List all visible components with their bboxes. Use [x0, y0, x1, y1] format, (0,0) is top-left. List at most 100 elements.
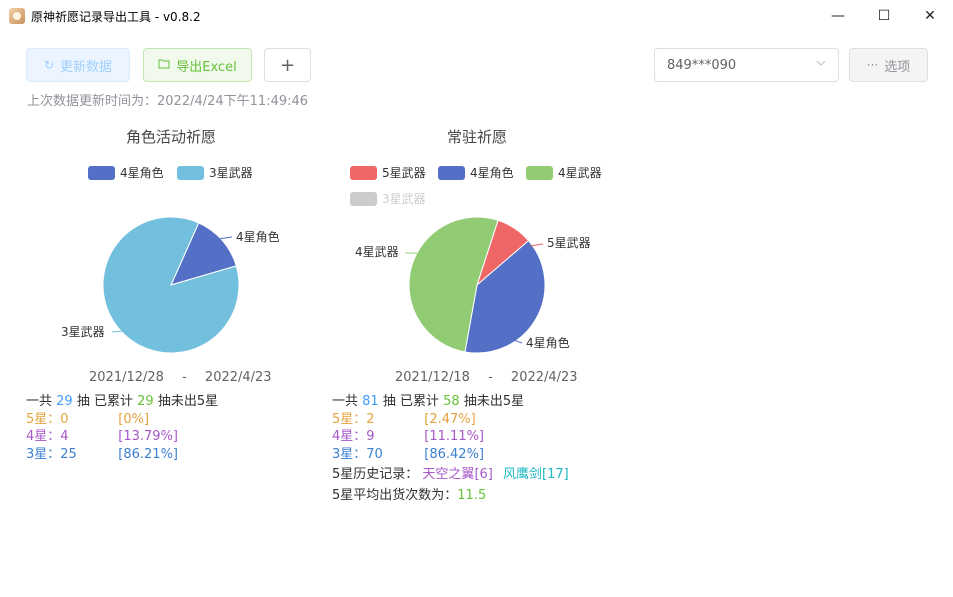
pool-2-star5-row: 5星：2 [2.47%]: [332, 411, 569, 429]
pool-2-stats: 一共 81 抽 已累计 58 抽未出5星 5星：2 [2.47%] 4星：9 [11…: [332, 393, 569, 504]
pool-2-summary-prefix: 一共: [332, 394, 359, 409]
pool-2-date-sep: -: [488, 370, 493, 385]
folder-icon: [158, 58, 170, 72]
title-bar: 原神祈愿记录导出工具 - v0.8.2 — ☐ ✕: [0, 0, 953, 32]
pool-1-summary-suffix: 抽未出5星: [157, 394, 219, 409]
pool-1-total-count: 29: [56, 394, 73, 409]
pool-2-date-range: 2021/12/18 - 2022/4/23: [395, 370, 578, 385]
pool-2-star4-label: 4星：: [332, 429, 367, 444]
chart2-slice-2[interactable]: [464, 239, 546, 354]
close-button[interactable]: ✕: [907, 0, 953, 32]
more-icon: ···: [866, 58, 879, 72]
pool-2-total-count: 81: [362, 394, 379, 409]
chart2-label-4star-char: 4星角色: [526, 336, 570, 350]
chart2-pie: [408, 216, 546, 354]
history-item-1-count: [6]: [474, 467, 493, 482]
history-item-2-count: [17]: [542, 467, 569, 482]
pool-1-date-range: 2021/12/28 - 2022/4/23: [89, 370, 272, 385]
pool-2-star3-row: 3星：70 [86.42%]: [332, 446, 569, 464]
uid-select[interactable]: 849***090: [654, 48, 839, 82]
legend-label-4star-weapon: 4星武器: [558, 166, 602, 180]
pool-1-star4-pct: [13.79%]: [118, 429, 178, 444]
pool-1-summary-prefix: 一共: [26, 394, 53, 409]
chart2-leader-5star: [529, 243, 544, 247]
history-item-1-name: 天空之翼: [422, 467, 475, 482]
chart1-label-4star-char: 4星角色: [236, 230, 280, 244]
chart1-label-3star-weapon: 3星武器: [61, 325, 105, 339]
pool-2-star5-count: 2: [366, 411, 375, 427]
pool-2-star4-count: 9: [366, 429, 375, 444]
chart1-slice-2[interactable]: [102, 216, 240, 354]
pool-2-average-label: 5星平均出货次数为：: [332, 487, 458, 503]
legend-swatch-3star-weapon[interactable]: [177, 166, 204, 180]
chart1-leader-3star: [111, 330, 125, 333]
chart1-leader-4star: [217, 236, 233, 240]
pool-1-star3-count: 25: [60, 446, 77, 462]
uid-select-value: 849***090: [667, 57, 737, 73]
pool-1-title: 角色活动祈愿: [125, 128, 216, 146]
pool-1-pity-count: 29: [137, 394, 154, 409]
legend-swatch-4star-char-2[interactable]: [438, 166, 465, 180]
chart2-label-4star-weapon: 4星武器: [355, 245, 399, 259]
pool-2-star4-row: 4星：9 [11.11%]: [332, 428, 569, 446]
pool-2-average-value: 11.5: [457, 487, 487, 503]
legend-swatch-4star-weapon[interactable]: [526, 166, 553, 180]
app-icon: [9, 8, 25, 24]
pool-1-star5-row: 5星：0 [0%]: [26, 411, 218, 429]
legend-label-4star-char: 4星角色: [120, 166, 164, 180]
options-button[interactable]: ··· 选项: [849, 48, 928, 82]
pool-1-date-end: 2022/4/23: [204, 370, 272, 385]
close-icon: ✕: [924, 8, 936, 24]
pool-1-star3-pct: [86.21%]: [118, 446, 178, 462]
refresh-icon: ↻: [43, 58, 55, 72]
pool-1-star5-count: 0: [60, 411, 69, 427]
pool-2-star3-label: 3星：: [332, 446, 367, 462]
pool-1-star3-row: 3星：25 [86.21%]: [26, 446, 218, 464]
chart1-pie: [102, 216, 240, 354]
pool-2-star5-label: 5星：: [332, 411, 367, 427]
refresh-data-button[interactable]: ↻ 更新数据: [26, 48, 130, 82]
pool-1-summary: 一共 29 抽 已累计 29 抽未出5星: [26, 393, 218, 411]
chart2-legend: 5星武器 4星角色 4星武器 3星武器: [350, 166, 602, 206]
window-title: 原神祈愿记录导出工具 - v0.8.2: [31, 9, 201, 24]
legend-swatch-4star-char[interactable]: [88, 166, 115, 180]
pool-1-star5-label: 5星：: [26, 411, 61, 427]
pool-2-history-row: 5星历史记录： 天空之翼[6] 风鹰剑[17]: [332, 466, 569, 484]
history-item-2: 风鹰剑[17]: [503, 467, 569, 482]
export-excel-label: 导出Excel: [176, 59, 237, 75]
pool-1-star4-count: 4: [60, 429, 69, 444]
export-excel-button[interactable]: 导出Excel: [143, 48, 252, 82]
pool-2-date-end: 2022/4/23: [510, 370, 578, 385]
legend-swatch-5star-weapon[interactable]: [350, 166, 377, 180]
pool-2-average-row: 5星平均出货次数为：11.5: [332, 487, 569, 505]
pool-2-pity-count: 58: [443, 394, 460, 409]
pool-2-star3-pct: [86.42%]: [424, 446, 484, 462]
maximize-button[interactable]: ☐: [861, 0, 907, 32]
chevron-down-icon: [816, 60, 826, 66]
last-update-time: 上次数据更新时间为：2022/4/24下午11:49:46: [27, 94, 309, 109]
plus-icon: +: [279, 54, 296, 76]
pool-1-summary-mid: 抽 已累计: [76, 394, 133, 409]
minimize-icon: —: [831, 8, 845, 24]
chart2-slice-1[interactable]: [475, 219, 530, 287]
pool-1-stats: 一共 29 抽 已累计 29 抽未出5星 5星：0 [0%] 4星：4 [13.79…: [26, 393, 218, 463]
add-account-button[interactable]: +: [264, 48, 311, 82]
legend-label-5star-weapon: 5星武器: [382, 166, 426, 180]
options-label: 选项: [884, 59, 911, 75]
chart1-slice-1[interactable]: [170, 222, 237, 286]
pool-2-star3-count: 70: [366, 446, 383, 462]
pool-1-date-sep: -: [182, 370, 187, 385]
pool-1-date-start: 2021/12/28: [89, 370, 164, 385]
history-item-1: 天空之翼[6]: [422, 467, 492, 482]
chart2-label-5star-weapon: 5星武器: [547, 236, 591, 250]
refresh-data-label: 更新数据: [60, 59, 113, 75]
chart2-leader-4star-char: [507, 337, 523, 344]
pool-2-star4-pct: [11.11%]: [424, 429, 484, 444]
pool-2-history-label: 5星历史记录：: [332, 467, 419, 482]
minimize-button[interactable]: —: [815, 0, 861, 32]
pool-1-star4-row: 4星：4 [13.79%]: [26, 428, 218, 446]
legend-swatch-3star-weapon-2[interactable]: [350, 192, 377, 206]
chart2-slice-3[interactable]: [408, 216, 499, 353]
pool-2-title: 常驻祈愿: [446, 128, 507, 146]
window-controls: — ☐ ✕: [815, 0, 953, 32]
